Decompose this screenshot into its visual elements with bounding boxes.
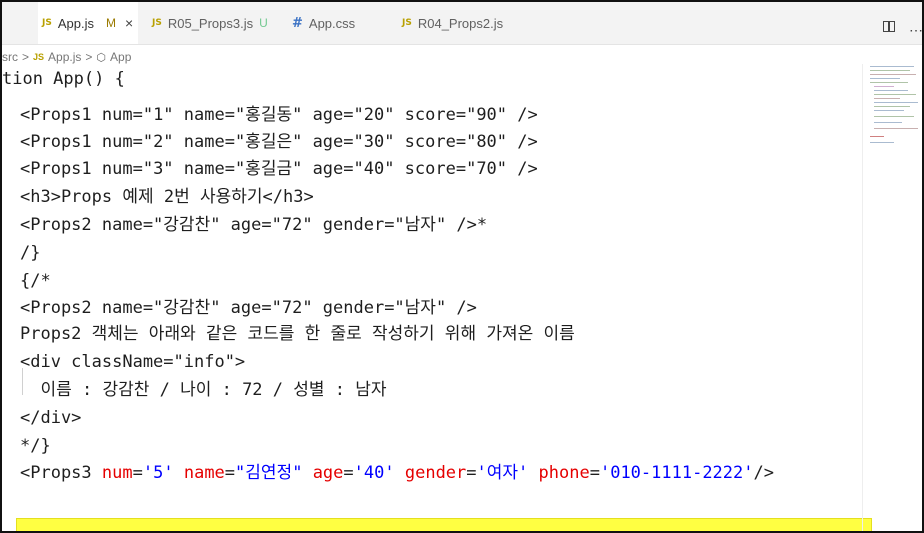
- code-line: <Props1 num="3" name="홍길금" age="40" scor…: [20, 156, 538, 183]
- code-line: 이름 : 강감찬 / 나이 : 72 / 성별 : 남자: [20, 380, 387, 400]
- css-file-icon: #: [292, 15, 303, 31]
- code-line: <h3>Props 예제 2번 사용하기</h3>: [20, 187, 314, 207]
- code-line: <Props1 num="1" name="홍길동" age="20" scor…: [20, 102, 538, 129]
- tab-app-css[interactable]: # App.css: [292, 2, 382, 44]
- code-line: <div className="info">: [20, 352, 246, 372]
- code-line: <Props1 num="2" name="홍길은" age="30" scor…: [20, 129, 538, 156]
- code-text: num="3" name="홍길금" age="40" score="70" /…: [91, 159, 538, 179]
- code-attr: phone: [538, 463, 590, 483]
- more-actions-icon[interactable]: ⋯: [909, 22, 922, 39]
- code-string: '40': [353, 463, 395, 483]
- code-line: */}: [20, 436, 51, 456]
- code-line-props3: <Props3 num='5' name="김연정" age='40' gend…: [20, 463, 774, 483]
- tab-bar: JS App.js M × JS R05_Props3.js U # App.c…: [2, 2, 922, 45]
- code-line: Props2 객체는 아래와 같은 코드를 한 줄로 작성하기 위해 가져온 이…: [20, 324, 575, 344]
- code-attr: name: [183, 463, 225, 483]
- code-attr: gender: [404, 463, 467, 483]
- untracked-badge: U: [259, 16, 268, 30]
- minimap-divider: [862, 64, 863, 531]
- code-string: '여자': [476, 463, 529, 483]
- code-line: </div>: [20, 408, 82, 428]
- tab-app-js[interactable]: JS App.js M ×: [38, 2, 138, 44]
- chevron-right-icon: >: [22, 50, 30, 64]
- close-icon[interactable]: ×: [125, 15, 133, 31]
- code-line: <Props2 name="강감찬" age="72" gender="남자" …: [20, 298, 477, 318]
- breadcrumb-folder[interactable]: src: [2, 50, 18, 64]
- code-tag: <Props1: [20, 105, 92, 125]
- tab-label: App.css: [308, 15, 356, 31]
- code-string: "김연정": [235, 463, 303, 483]
- tab-r05-props3-js[interactable]: JS R05_Props3.js U: [152, 2, 272, 44]
- code-line: <Props2 name="강감찬" age="72" gender="남자" …: [20, 215, 488, 235]
- code-tag-end: />: [753, 463, 774, 483]
- code-attr: age: [312, 463, 344, 483]
- highlighted-line: [16, 518, 872, 531]
- code-tag: <Props3: [20, 463, 92, 483]
- code-attr: num: [101, 463, 133, 483]
- chevron-right-icon: >: [85, 50, 93, 64]
- tab-label: R05_Props3.js: [167, 15, 254, 31]
- editor-window: JS App.js M × JS R05_Props3.js U # App.c…: [0, 0, 924, 533]
- code-line-header: tion App() {: [2, 69, 125, 89]
- breadcrumb-file[interactable]: App.js: [48, 50, 81, 64]
- code-editor[interactable]: tion App() { <Props1 num="1" name="홍길동" …: [2, 64, 872, 531]
- code-string: '5': [142, 463, 174, 483]
- tab-label: App.js: [57, 15, 94, 31]
- js-file-icon: JS: [33, 52, 45, 62]
- code-tag: <Props1: [20, 132, 92, 152]
- symbol-cube-icon: ⬡: [96, 51, 107, 64]
- code-string: '010-1111-2222': [599, 463, 754, 483]
- js-file-icon: JS: [152, 18, 162, 28]
- code-tag: <Props1: [20, 159, 92, 179]
- js-file-icon: JS: [402, 18, 412, 28]
- code-text: num="2" name="홍길은" age="30" score="80" /…: [91, 132, 538, 152]
- breadcrumb-symbol[interactable]: App: [110, 50, 131, 64]
- minimap[interactable]: [866, 64, 922, 154]
- modified-badge: M: [105, 16, 116, 30]
- code-line: /}: [20, 243, 41, 263]
- tab-label: R04_Props2.js: [417, 15, 504, 31]
- code-line: {/*: [20, 271, 51, 291]
- code-text: num="1" name="홍길동" age="20" score="90" /…: [91, 105, 538, 125]
- js-file-icon: JS: [42, 18, 52, 28]
- split-editor-icon[interactable]: [883, 21, 895, 32]
- tab-r04-props2-js[interactable]: JS R04_Props2.js: [402, 2, 512, 44]
